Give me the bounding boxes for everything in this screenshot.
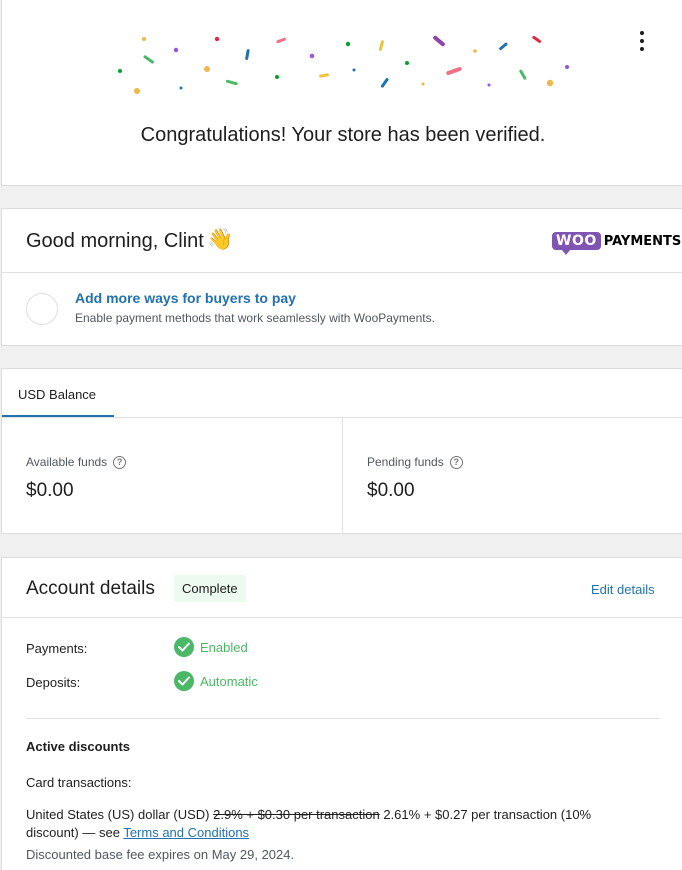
pending-funds-text: Pending funds: [367, 455, 444, 469]
woopayments-logo: WOO PAYMENTS: [552, 232, 682, 255]
header-divider: [2, 617, 682, 618]
balance-divider: [342, 418, 343, 535]
confetti-illustration: [118, 35, 569, 94]
tab-usd-balance[interactable]: USD Balance: [2, 369, 114, 417]
task-checkbox[interactable]: [26, 293, 58, 325]
help-icon[interactable]: ?: [449, 455, 463, 469]
woo-logo-mark: WOO: [552, 232, 601, 255]
deposits-label: Deposits:: [26, 675, 81, 690]
account-details-card: Account details Complete Edit details Pa…: [1, 557, 682, 870]
card-transactions-label: Card transactions:: [26, 775, 132, 790]
status-badge: Complete: [174, 575, 246, 602]
payments-status: Enabled: [174, 637, 248, 657]
congrats-card: Congratulations! Your store has been ver…: [1, 0, 682, 186]
payments-logo-text: PAYMENTS: [603, 233, 682, 249]
active-discounts-title: Active discounts: [26, 739, 131, 754]
help-icon[interactable]: ?: [113, 455, 127, 469]
deposits-status-text: Automatic: [200, 673, 258, 689]
account-details-title: Account details: [26, 578, 155, 599]
section-divider: [26, 718, 660, 719]
discount-old-fee: 2.9% + $0.30 per transaction: [213, 807, 380, 822]
greeting-card: Good morning, Clint 👋 WOO PAYMENTS Add m…: [1, 208, 682, 346]
greeting-header: Good morning, Clint 👋 WOO PAYMENTS: [2, 209, 682, 273]
edit-details-link[interactable]: Edit details: [591, 582, 655, 597]
discount-description: United States (US) dollar (USD) 2.9% + $…: [26, 806, 646, 842]
waving-hand-icon: 👋: [207, 228, 234, 251]
available-funds-label: Available funds ?: [26, 455, 127, 469]
greeting-title: Good morning, Clint: [26, 230, 204, 252]
discount-currency: United States (US) dollar (USD): [26, 807, 210, 822]
pending-funds-value: $0.00: [367, 480, 415, 501]
check-circle-icon: [174, 637, 194, 657]
balance-card: USD Balance Available funds ? $0.00 Pend…: [1, 368, 682, 535]
task-description: Enable payment methods that work seamles…: [75, 311, 435, 325]
available-funds-value: $0.00: [26, 480, 74, 501]
congrats-message: Congratulations! Your store has been ver…: [140, 124, 546, 146]
terms-and-conditions-link[interactable]: Terms and Conditions: [123, 825, 249, 840]
deposits-status: Automatic: [174, 671, 258, 691]
check-circle-icon: [174, 671, 194, 691]
available-funds-text: Available funds: [26, 455, 108, 469]
discount-expiry-text: Discounted base fee expires on May 29, 2…: [26, 847, 295, 862]
payments-status-text: Enabled: [200, 639, 248, 655]
payments-label: Payments:: [26, 641, 88, 656]
add-payment-methods-link[interactable]: Add more ways for buyers to pay: [75, 290, 296, 306]
pending-funds-label: Pending funds ?: [367, 455, 463, 469]
more-options-icon[interactable]: [632, 29, 652, 53]
